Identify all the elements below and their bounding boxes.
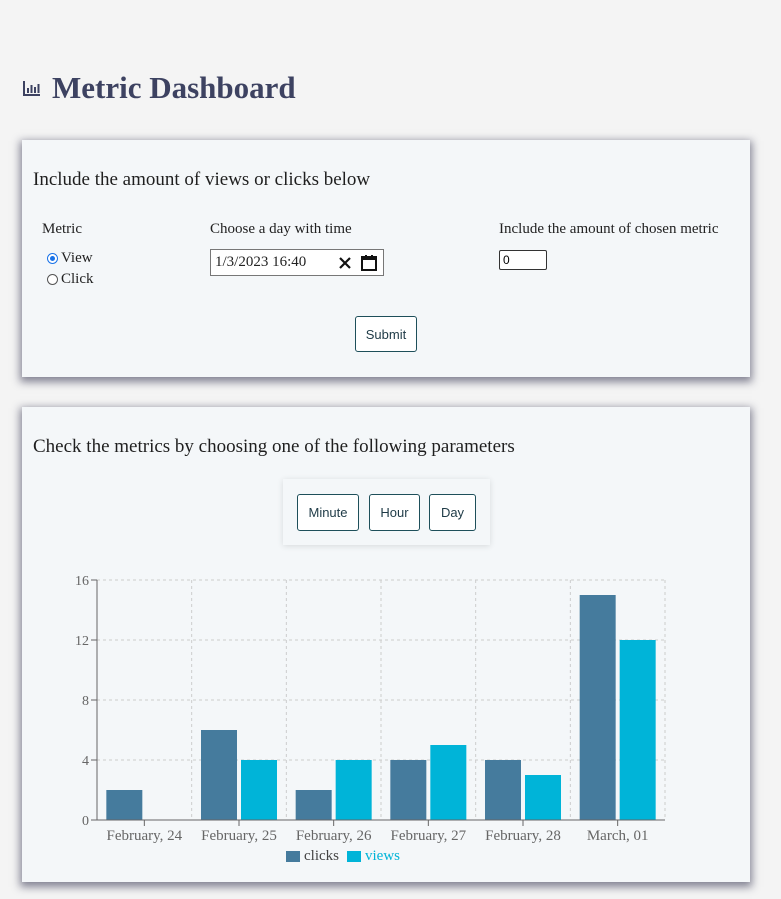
radio-view-option[interactable]: View: [47, 250, 93, 267]
bar-clicks: [485, 760, 521, 820]
metric-label: Metric: [42, 221, 82, 237]
metrics-bar-chart: February, 24 February, 25 February, 26 Febr…: [75, 574, 666, 844]
datetime-label: Choose a day with time: [210, 221, 352, 237]
bar-clicks: [579, 595, 616, 820]
bar-views: [619, 640, 656, 820]
y-tick-label: 12: [75, 634, 89, 649]
chart-legend: clicks views: [286, 848, 400, 865]
clear-icon[interactable]: [336, 254, 354, 272]
x-tick-label: February, 24: [106, 828, 182, 844]
page-title: Metric Dashboard: [52, 70, 296, 105]
x-tick-label: February, 25: [201, 828, 277, 844]
submit-button[interactable]: Submit: [355, 316, 417, 352]
bar-chart-icon: [23, 81, 40, 96]
datetime-input[interactable]: 1/3/2023 16:40: [210, 249, 384, 276]
bar-clicks: [390, 760, 427, 820]
y-tick-label: 4: [82, 754, 89, 769]
x-tick-label: February, 28: [485, 828, 561, 844]
metric-entry-card: Include the amount of views or clicks be…: [22, 140, 750, 377]
page-title-row: Metric Dashboard: [22, 70, 296, 106]
bar-views: [525, 775, 561, 820]
datetime-value: 1/3/2023 16:40: [215, 254, 307, 270]
y-tick-label: 16: [75, 574, 89, 589]
bar-clicks: [295, 790, 332, 820]
bar-views: [335, 760, 372, 820]
radio-click-option[interactable]: Click: [47, 271, 94, 288]
amount-label: Include the amount of chosen metric: [499, 221, 719, 237]
form-heading: Include the amount of views or clicks be…: [33, 169, 371, 190]
metrics-card: Check the metrics by choosing one of the…: [22, 407, 750, 882]
calendar-icon[interactable]: [360, 254, 378, 272]
bar-clicks: [201, 730, 237, 820]
y-tick-label: 0: [82, 814, 89, 829]
legend-label-clicks: clicks: [304, 848, 339, 864]
amount-input[interactable]: [499, 250, 547, 270]
bar-views: [241, 760, 277, 820]
radio-click-label: Click: [61, 271, 94, 287]
x-tick-label: February, 26: [296, 828, 372, 844]
legend-swatch-views: [347, 851, 361, 862]
legend-label-views: views: [365, 848, 400, 864]
bar-views: [430, 745, 467, 820]
radio-click[interactable]: [47, 274, 58, 285]
bar-clicks: [106, 790, 143, 820]
x-tick-label: March, 01: [587, 828, 649, 844]
radio-view-label: View: [61, 250, 93, 266]
radio-view[interactable]: [47, 253, 58, 264]
y-tick-label: 8: [82, 694, 89, 709]
x-tick-label: February, 27: [390, 828, 466, 844]
legend-swatch-clicks: [286, 851, 300, 862]
